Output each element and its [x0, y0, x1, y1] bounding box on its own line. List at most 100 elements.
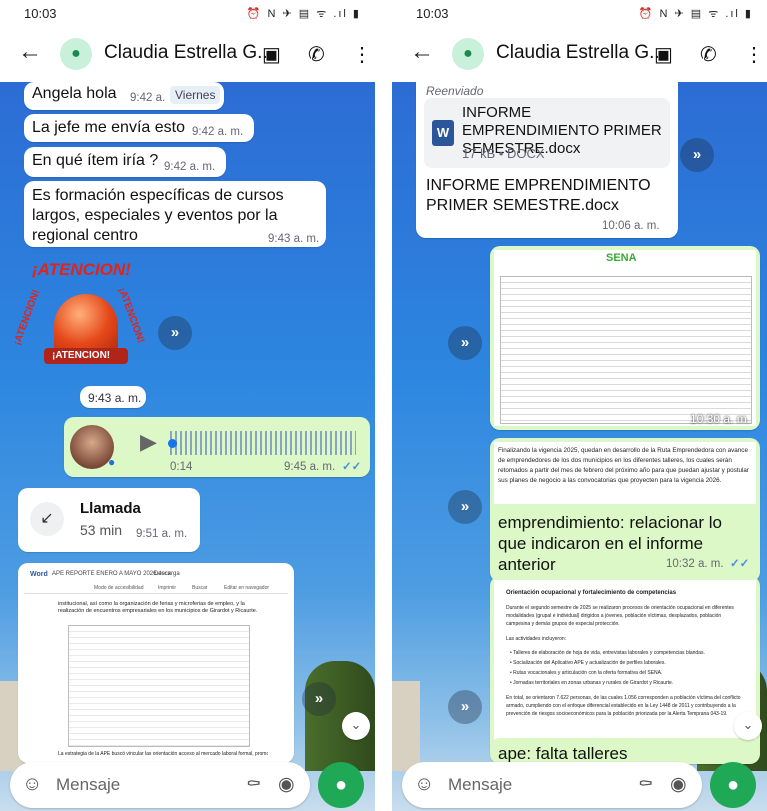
document-footer-text: La estrategia de la APE buscó vincular l…	[58, 751, 268, 757]
report-heading: Orientación ocupacional y fortalecimient…	[506, 590, 677, 596]
status-icons: ⏰ N ✈ ▤ ᯤ .ıl ▮	[638, 8, 753, 20]
contact-name[interactable]: Claudia Estrella G...	[496, 42, 665, 64]
report-bullet: • Talleres de elaboración de hoja de vid…	[510, 650, 705, 656]
left-screen: 10:03 ⏰ N ✈ ▤ ᯤ .ıl ▮ ← ● Claudia Estrel…	[0, 0, 375, 811]
message-bubble[interactable]: Angela hola 9:42 a. Viernes	[24, 82, 224, 110]
report-paragraph: Durante el segundo semestre de 2025 se r…	[506, 605, 734, 627]
report-paragraph: Las actividades incluyeron:	[506, 636, 567, 642]
message-bubble[interactable]: ape: falta talleres	[490, 738, 760, 764]
alert-sticker[interactable]: ¡ATENCION! ¡ATENCION! ¡ATENCION! ¡ATENCI…	[12, 256, 156, 380]
download-label: Descarga	[154, 571, 180, 577]
chat-header: ← ● Claudia Estrella G... ▣ ✆ ⋮	[0, 26, 375, 82]
word-app-label: Word	[30, 571, 48, 578]
forward-icon[interactable]: »	[448, 490, 482, 524]
scroll-down-icon[interactable]: ⌄	[734, 712, 762, 740]
message-input-bar[interactable]: ☺ Mensaje ⚰ ◉	[402, 762, 702, 808]
waveform[interactable]	[170, 431, 356, 455]
image-message-bubble[interactable]: SENA 10:30 a. m.	[490, 246, 760, 430]
file-meta: 17 kB • DOCX	[462, 146, 545, 161]
forward-icon[interactable]: »	[448, 326, 482, 360]
document-screenshot: Word APE REPORTE ENERO A MAYO 2026.docx …	[24, 569, 288, 763]
message-time: 10:32 a. m.	[666, 558, 724, 570]
back-arrow-icon[interactable]: ←	[18, 38, 42, 66]
call-bubble[interactable]: ↙ Llamada 53 min 9:51 a. m.	[18, 488, 200, 552]
file-message-bubble[interactable]: Reenviado W INFORME EMPRENDIMIENTO PRIME…	[416, 72, 678, 238]
message-input[interactable]: Mensaje	[56, 775, 120, 795]
contact-avatar[interactable]: ●	[60, 38, 92, 70]
message-bubble[interactable]: Es formación específicas de cursos largo…	[24, 181, 326, 247]
forward-icon[interactable]: »	[448, 690, 482, 724]
contact-avatar[interactable]: ●	[452, 38, 484, 70]
missed-call-icon: ↙	[30, 502, 64, 536]
forward-icon[interactable]: »	[680, 138, 714, 172]
report-bullet: • Socialización del Aplicativo APE y act…	[510, 660, 666, 666]
report-bullet: • Rutas vocacionales y articulación con …	[510, 670, 663, 676]
status-bar: 10:03 ⏰ N ✈ ▤ ᯤ .ıl ▮	[392, 0, 767, 26]
status-icons: ⏰ N ✈ ▤ ᯤ .ıl ▮	[246, 8, 361, 20]
more-options-icon[interactable]: ⋮	[744, 42, 764, 67]
read-check-icon: ✓✓	[342, 461, 362, 473]
voice-time: 9:45 a. m.	[284, 461, 336, 473]
read-check-icon: ✓✓	[730, 558, 750, 570]
emoji-icon[interactable]: ☺	[22, 773, 42, 796]
file-caption: INFORME EMPRENDIMIENTO PRIMER SEMESTRE.d…	[426, 177, 651, 214]
forward-icon[interactable]: »	[158, 316, 192, 350]
video-call-icon[interactable]: ▣	[654, 42, 673, 67]
image-message-bubble[interactable]: Finalizando la vigencia 2025, quedan en …	[490, 438, 760, 582]
document-filename: APE REPORTE ENERO A MAYO 2026.docx	[52, 571, 171, 577]
sticker-text-right: ¡ATENCION!	[115, 286, 147, 345]
mic-button[interactable]: ●	[710, 762, 756, 808]
message-input[interactable]: Mensaje	[448, 775, 512, 795]
siren-icon	[54, 294, 118, 352]
report-paragraph: En total, se orientaron 7.622 personas, …	[506, 695, 741, 717]
emoji-icon[interactable]: ☺	[414, 773, 434, 796]
voice-duration: 0:14	[170, 461, 193, 473]
call-title: Llamada	[80, 500, 141, 517]
camera-icon[interactable]: ◉	[278, 773, 295, 796]
mic-button[interactable]: ●	[318, 762, 364, 808]
report-bullet-list: • Talleres de elaboración de hoja de vid…	[510, 648, 746, 688]
report-image: Orientación ocupacional y fortalecimient…	[494, 580, 756, 756]
back-arrow-icon[interactable]: ←	[410, 38, 434, 66]
word-file-icon: W	[432, 120, 454, 146]
report-bullet: • Jornadas territoriales en zonas urbana…	[510, 680, 674, 686]
more-options-icon[interactable]: ⋮	[352, 42, 372, 67]
forward-icon[interactable]: »	[302, 682, 336, 716]
camera-icon[interactable]: ◉	[670, 773, 687, 796]
call-time: 9:51 a. m.	[136, 528, 188, 540]
mic-small-icon: ●	[108, 455, 116, 469]
image-message-bubble[interactable]: Orientación ocupacional y fortalecimient…	[490, 576, 760, 756]
voice-call-icon[interactable]: ✆	[700, 42, 717, 67]
right-screen: 10:03 ⏰ N ✈ ▤ ᯤ .ıl ▮ ← ● Claudia Estrel…	[392, 0, 767, 811]
wallpaper-building	[392, 681, 420, 771]
file-card[interactable]: W INFORME EMPRENDIMIENTO PRIMER SEMESTRE…	[424, 98, 670, 168]
forwarded-label: Reenviado	[426, 84, 484, 98]
document-toolbar: Modo de accesibilidad Imprimir Buscar Ed…	[24, 583, 288, 594]
voice-message-bubble[interactable]: ● ▶ 0:14 9:45 a. m. ✓✓	[64, 417, 370, 477]
video-call-icon[interactable]: ▣	[262, 42, 281, 67]
image-message-bubble[interactable]: Word APE REPORTE ENERO A MAYO 2026.docx …	[18, 563, 294, 763]
message-input-bar[interactable]: ☺ Mensaje ⚰ ◉	[10, 762, 310, 808]
date-overlay: Viernes	[170, 86, 221, 104]
scroll-down-icon[interactable]: ⌄	[342, 712, 370, 740]
attach-icon[interactable]: ⚰	[638, 774, 653, 795]
status-time: 10:03	[24, 6, 57, 21]
document-paragraph: institucional, así como la organización …	[58, 601, 258, 614]
call-duration: 53 min	[80, 522, 123, 538]
sena-logo: SENA	[606, 252, 637, 264]
image-time: 10:30 a. m.	[690, 412, 751, 426]
message-text: ape: falta talleres	[498, 744, 628, 763]
message-bubble[interactable]: La jefe me envía esto 9:42 a. m.	[24, 114, 254, 142]
contact-name[interactable]: Claudia Estrella G...	[104, 42, 273, 64]
text-image: Finalizando la vigencia 2025, quedan en …	[494, 442, 756, 504]
image-text: Finalizando la vigencia 2025, quedan en …	[498, 447, 749, 484]
sticker-time: 9:43 a. m.	[80, 386, 146, 408]
message-bubble[interactable]: En qué ítem iría ? 9:42 a. m.	[24, 147, 226, 177]
status-time: 10:03	[416, 6, 449, 21]
sticker-text-top: ¡ATENCION!	[32, 260, 131, 279]
voice-call-icon[interactable]: ✆	[308, 42, 325, 67]
status-bar: 10:03 ⏰ N ✈ ▤ ᯤ .ıl ▮	[0, 0, 375, 26]
play-icon[interactable]: ▶	[140, 429, 157, 455]
attach-icon[interactable]: ⚰	[246, 774, 261, 795]
spreadsheet-image: SENA	[494, 250, 756, 426]
